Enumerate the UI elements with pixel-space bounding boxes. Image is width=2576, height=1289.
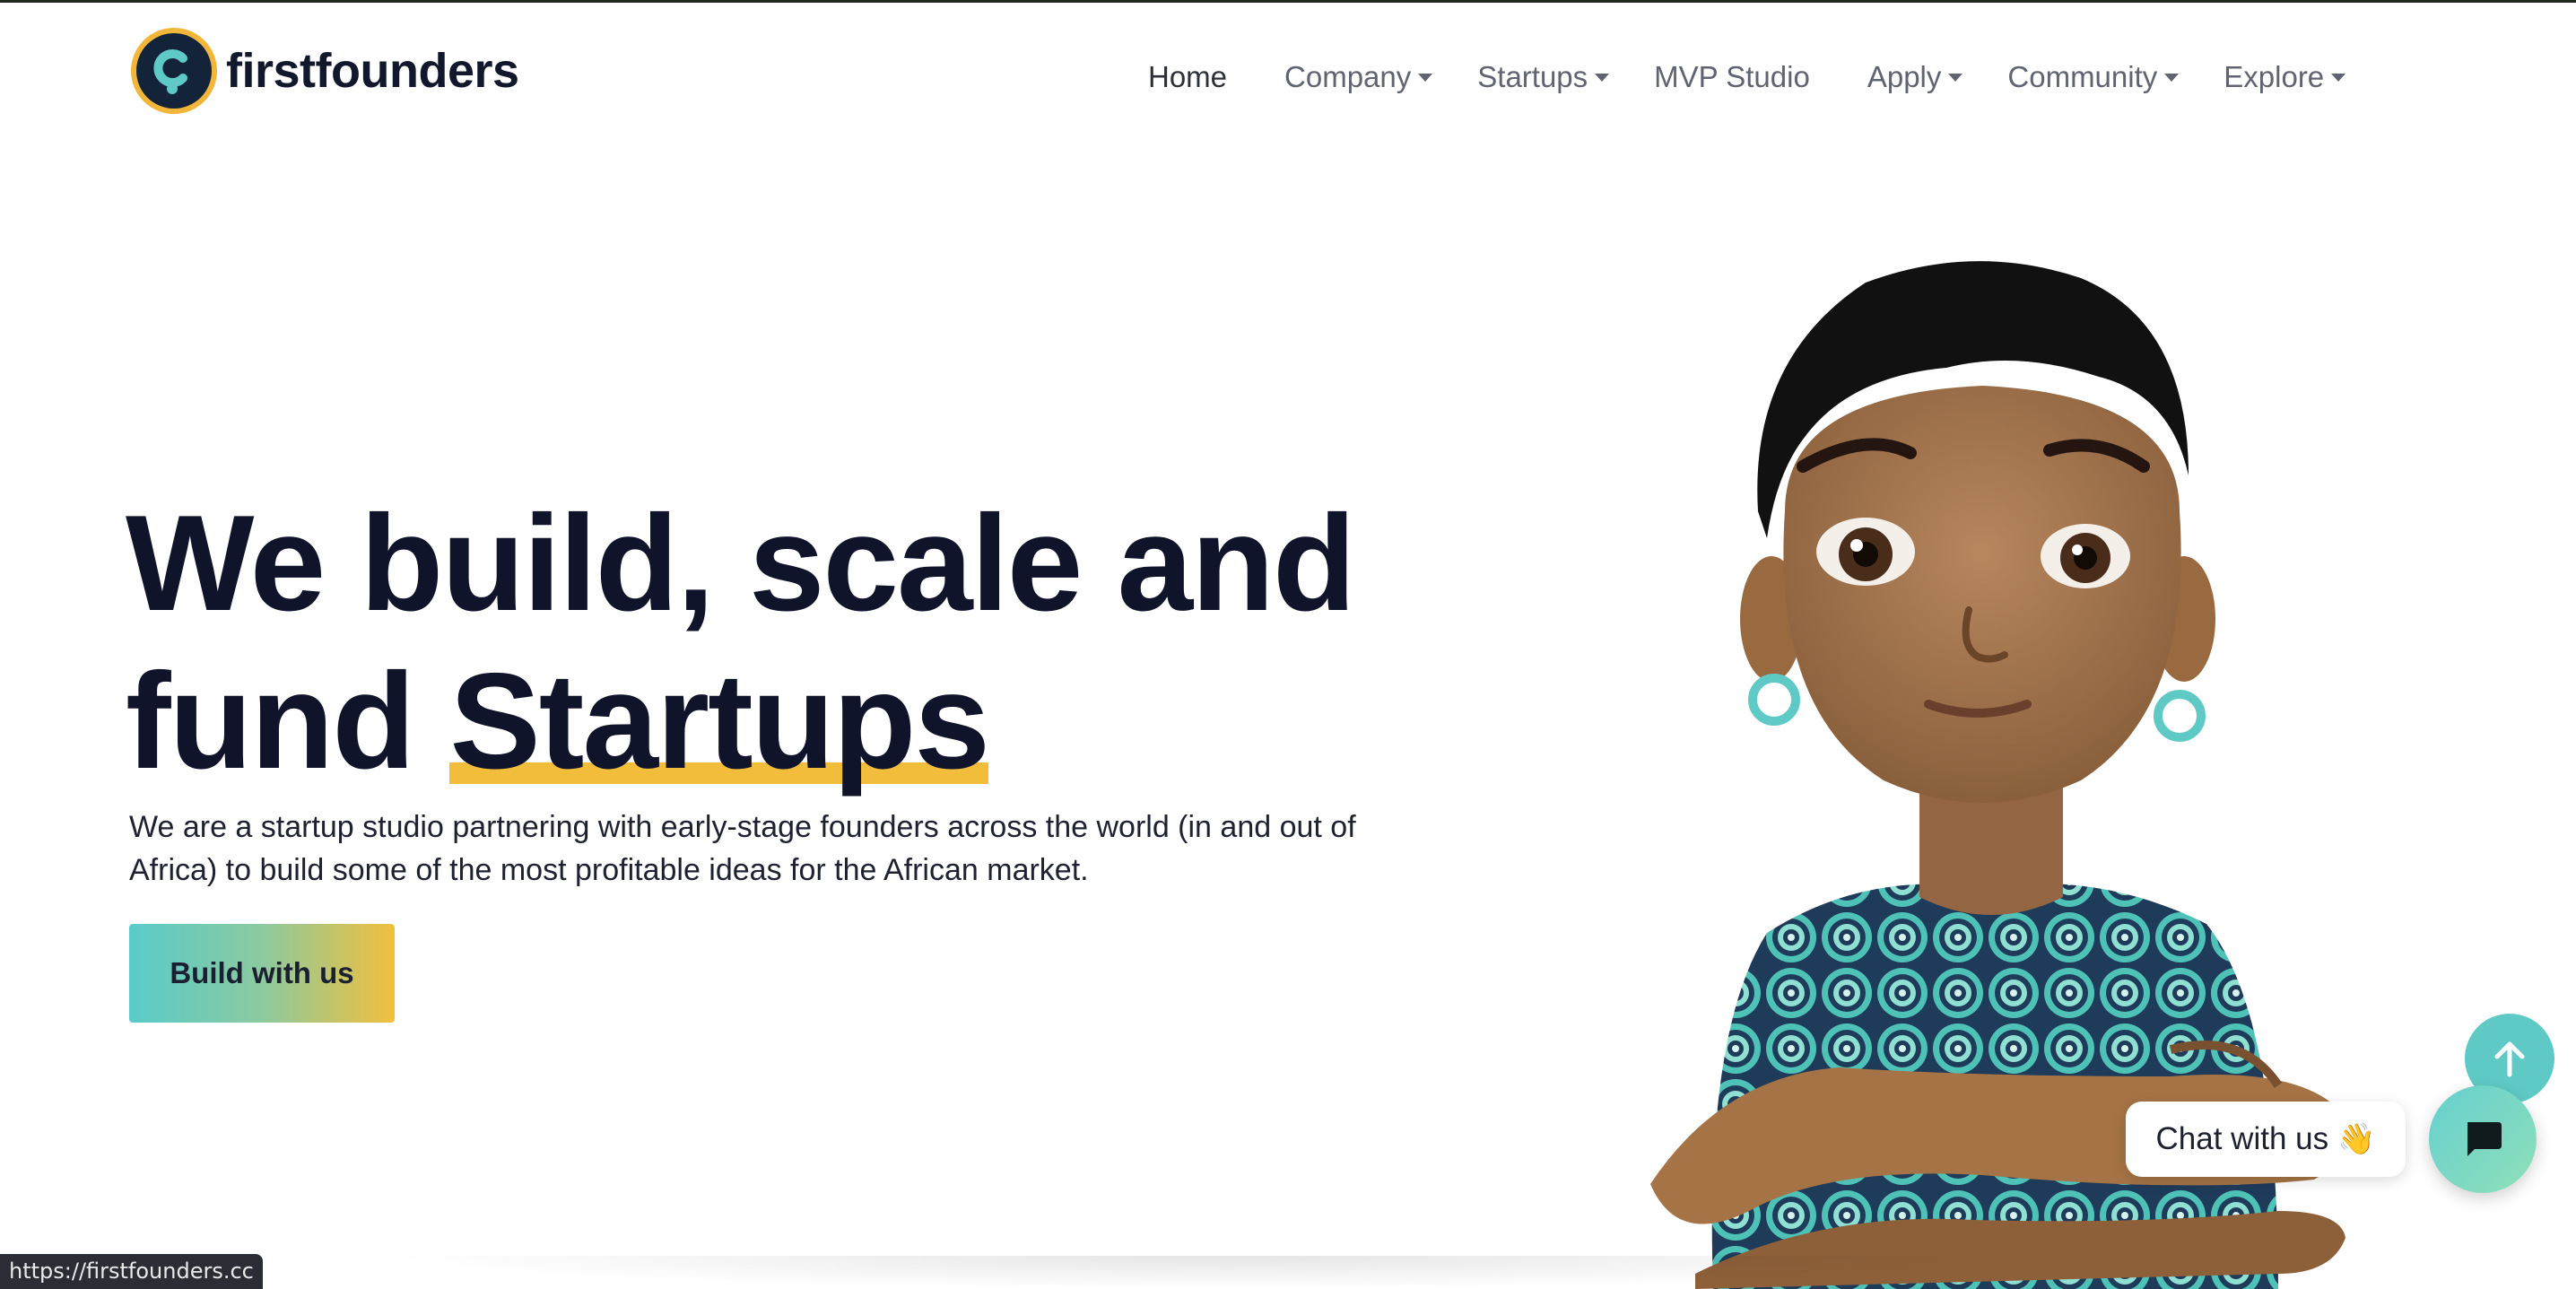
- first-founders-logo-icon: [131, 28, 217, 114]
- nav-item-home[interactable]: Home: [1148, 60, 1227, 94]
- chat-with-us-bubble[interactable]: Chat with us 👋: [2126, 1102, 2406, 1177]
- arrow-up-icon: [2494, 1041, 2525, 1077]
- hero-title-line1: We build, scale and: [126, 487, 1356, 640]
- chat-label: Chat with us: [2155, 1121, 2329, 1156]
- nav-item-community[interactable]: Community: [2007, 60, 2180, 94]
- build-with-us-button[interactable]: Build with us: [129, 924, 395, 1023]
- hero-title: We build, scale and fund Startups: [126, 484, 1561, 800]
- caret-down-icon: [1418, 73, 1433, 82]
- nav-item-company[interactable]: Company: [1284, 60, 1433, 94]
- section-bottom-shadow: [377, 1256, 2081, 1289]
- hero-title-highlight: Startups: [449, 645, 990, 797]
- nav-item-explore[interactable]: Explore: [2224, 60, 2346, 94]
- caret-down-icon: [2331, 73, 2346, 82]
- brand-name: firstfounders: [226, 44, 519, 98]
- nav-item-apply[interactable]: Apply: [1867, 60, 1963, 94]
- window-top-border: [0, 0, 2576, 3]
- site-logo[interactable]: firstfounders: [131, 27, 519, 115]
- waving-hand-icon: 👋: [2337, 1122, 2376, 1156]
- caret-down-icon: [1595, 73, 1610, 82]
- chat-launcher-button[interactable]: [2429, 1085, 2537, 1193]
- status-bar-url: https://firstfounders.cc: [0, 1254, 263, 1289]
- nav-item-mvp-studio[interactable]: MVP Studio: [1654, 60, 1810, 94]
- caret-down-icon: [1948, 73, 1963, 82]
- hero-title-line2-prefix: fund: [126, 645, 415, 797]
- main-nav: Home Company Startups MVP Studio Apply C…: [1148, 52, 2346, 102]
- caret-down-icon: [2164, 73, 2180, 82]
- chat-icon: [2467, 1122, 2502, 1156]
- hero-subtitle: We are a startup studio partnering with …: [129, 810, 1356, 887]
- nav-item-startups[interactable]: Startups: [1477, 60, 1610, 94]
